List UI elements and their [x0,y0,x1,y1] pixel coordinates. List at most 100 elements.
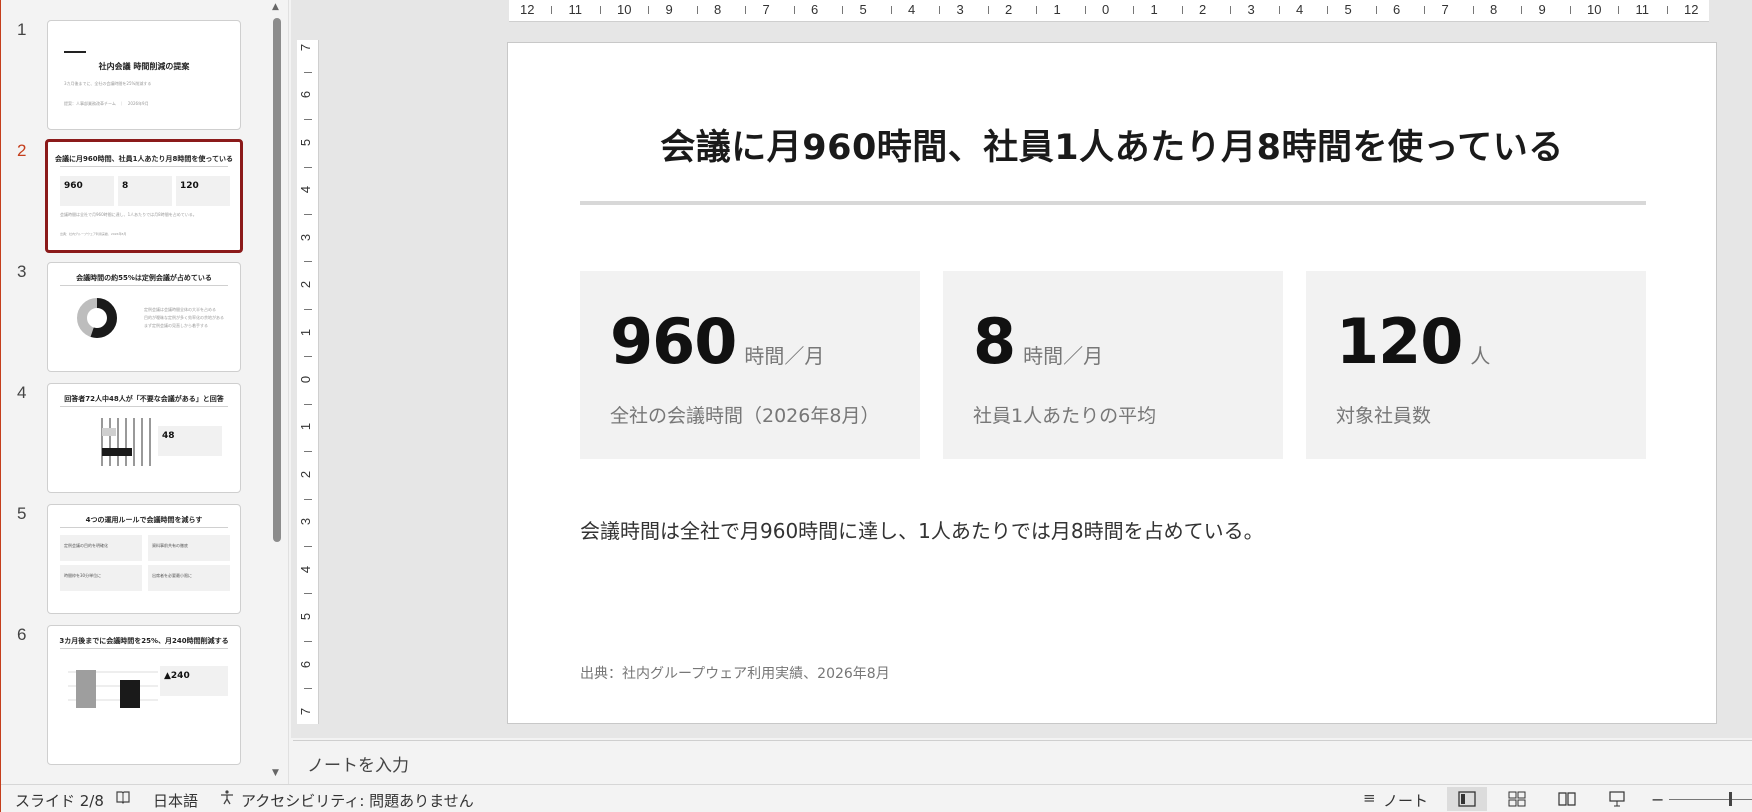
current-slide[interactable]: 会議に月960時間、社員1人あたり月8時間を使っている 960 時間／月 全社の会… [507,42,1717,724]
slide-thumbnail-4[interactable]: 回答者72人中48人が「不要な会議がある」と回答 48 [47,383,241,493]
thumbnail-rule [60,166,228,167]
ruler-tick [599,6,601,14]
ruler-tick [304,688,312,690]
accessibility-icon[interactable] [219,789,235,809]
notes-pane[interactable]: ノートを入力 [293,740,1752,784]
scroll-up-arrow-icon[interactable]: ▲ [272,2,279,12]
stat-card-employee-count[interactable]: 120 人 対象社員数 [1306,271,1646,459]
slide-source-text[interactable]: 出典：社内グループウェア利用実績、2026年8月 [580,663,890,683]
ruler-label: 7 [298,707,314,716]
slide-thumbnail-6[interactable]: 3カ月後までに会議時間を25%、月240時間削減する ▲240 [47,625,241,765]
ruler-label: 8 [714,2,722,17]
ruler-label: 7 [762,2,770,17]
horizontal-ruler[interactable]: 12 11 10 9 8 7 6 5 4 3 2 1 0 1 2 3 4 5 6 7 8 9 10 11 12 [509,0,1709,22]
ruler-label: 1 [1150,2,1158,17]
ruler-tick [1521,6,1523,14]
ruler-label: 3 [298,518,314,526]
scrollbar-thumb[interactable] [273,18,281,542]
thumbnail-title: 会議時間の約55%は定例会議が占めている [76,274,212,282]
donut-chart-icon [77,298,117,338]
thumbnail-scrollbar[interactable]: ▲ ▼ [269,0,283,784]
reading-view-button[interactable] [1547,787,1587,811]
scroll-down-arrow-icon[interactable]: ▼ [272,768,279,778]
slide-indicator[interactable]: スライド 2/8 [15,790,104,811]
ruler-label: 6 [1393,2,1401,17]
ruler-tick [551,6,553,14]
stat-value: 8 時間／月 [973,305,1104,378]
ruler-label: 5 [298,613,314,621]
ruler-tick [304,166,312,168]
thumbnail-row-5[interactable]: 5 4つの運用ルールで会議時間を減らす 定例会議の目的を明確化 資料事前共有の徹… [1,504,261,616]
thumbnail-title: 社内会議 時間削減の提案 [98,62,190,71]
zoom-out-button[interactable]: − [1651,790,1664,809]
thumbnail-rule-box: 資料事前共有の徹底 [148,535,230,561]
ruler-tick [1278,6,1280,14]
thumbnail-row-1[interactable]: 1 社内会議 時間削減の提案 3カ月後までに、全社の会議時間を25%削減する 提… [1,20,261,132]
ruler-tick [304,261,312,263]
thumbnail-stat-box: 8 [118,176,172,206]
vertical-ruler[interactable]: 7 6 5 4 3 2 1 0 1 2 3 4 5 6 7 [297,40,319,724]
slide-sorter-button[interactable] [1497,787,1537,811]
thumbnail-title: 回答者72人中48人が「不要な会議がある」と回答 [64,395,224,403]
stat-unit: 人 [1470,344,1491,368]
ruler-label: 11 [568,2,583,17]
thumbnail-row-4[interactable]: 4 回答者72人中48人が「不要な会議がある」と回答 48 [1,383,261,495]
thumbnail-rule [60,406,228,407]
thumbnail-row-2[interactable]: 2 会議に月960時間、社員1人あたり月8時間を使っている 960 8 120 … [1,139,261,253]
zoom-slider-thumb[interactable] [1729,792,1732,806]
slideshow-button[interactable] [1597,787,1637,811]
slide-thumbnail-5[interactable]: 4つの運用ルールで会議時間を減らす 定例会議の目的を明確化 資料事前共有の徹底 … [47,504,241,614]
thumbnail-row-3[interactable]: 3 会議時間の約55%は定例会議が占めている 定例会議は会議時間全体の大半を占め… [1,262,261,374]
ruler-label: 1 [298,328,314,336]
thumbnail-bullet: 定例会議は会議時間全体の大半を占める [144,307,216,312]
stat-card-total-hours[interactable]: 960 時間／月 全社の会議時間（2026年8月） [580,271,920,459]
ruler-label: 0 [298,375,314,384]
ruler-tick [304,640,312,642]
ruler-tick [1424,6,1426,14]
zoom-slider[interactable] [1669,799,1752,800]
stat-value: 120 人 [1336,305,1491,378]
slide-title[interactable]: 会議に月960時間、社員1人あたり月8時間を使っている [508,119,1716,170]
ruler-tick [1036,6,1038,14]
ruler-label: 3 [956,2,964,17]
ruler-label: 11 [1635,2,1650,17]
ruler-label: 8 [1490,2,1498,17]
ruler-label: 3 [298,233,314,241]
ruler-label: 6 [298,91,314,99]
bar-chart-icon [101,418,151,466]
ruler-tick [1472,6,1474,14]
accessibility-status[interactable]: アクセシビリティ: 問題ありません [241,790,474,811]
ruler-label: 5 [859,2,867,17]
thumbnail-row-6[interactable]: 6 3カ月後までに会議時間を25%、月240時間削減する ▲240 [1,625,261,765]
normal-view-button[interactable] [1447,787,1487,811]
ruler-label: 2 [298,470,314,478]
spelling-check-icon[interactable] [115,789,131,809]
ruler-label: 10 [1587,2,1602,17]
ruler-tick [304,119,312,121]
ruler-tick [1084,6,1086,14]
thumbnail-title: 4つの運用ルールで会議時間を減らす [85,516,203,524]
thumbnail-stat-box: 960 [60,176,114,206]
notes-placeholder[interactable]: ノートを入力 [307,751,409,776]
thumbnail-number: 3 [17,262,27,281]
ruler-tick [1230,6,1232,14]
slide-thumbnail-1[interactable]: 社内会議 時間削減の提案 3カ月後までに、全社の会議時間を25%削減する 提案：… [47,20,241,130]
thumbnail-stat-box: 48 [158,426,222,456]
ruler-tick [304,356,312,358]
notes-button[interactable]: ノート [1383,790,1428,811]
slide-body-text[interactable]: 会議時間は全社で月960時間に達し、1人あたりでは月8時間を占めている。 [580,515,1264,544]
stat-card-per-employee[interactable]: 8 時間／月 社員1人あたりの平均 [943,271,1283,459]
language-indicator[interactable]: 日本語 [153,790,198,811]
slide-thumbnail-3[interactable]: 会議時間の約55%は定例会議が占めている 定例会議は会議時間全体の大半を占める … [47,262,241,372]
slide-editing-area: 12 11 10 9 8 7 6 5 4 3 2 1 0 1 2 3 4 5 6 7 8 9 10 11 12 76543210… [291,0,1752,738]
ruler-tick [304,71,312,73]
notes-icon[interactable]: ≡ [1363,789,1376,807]
ruler-label: 2 [298,281,314,289]
slide-thumbnail-2[interactable]: 会議に月960時間、社員1人あたり月8時間を使っている 960 8 120 会議… [45,139,243,253]
ruler-tick [1618,6,1620,14]
ruler-label: 6 [298,660,314,668]
thumbnail-rule-box: 時間枠を30分単位に [60,565,142,591]
thumbnail-number: 1 [17,20,27,39]
bar-chart-icon [68,670,158,708]
thumbnail-rule [60,285,228,286]
